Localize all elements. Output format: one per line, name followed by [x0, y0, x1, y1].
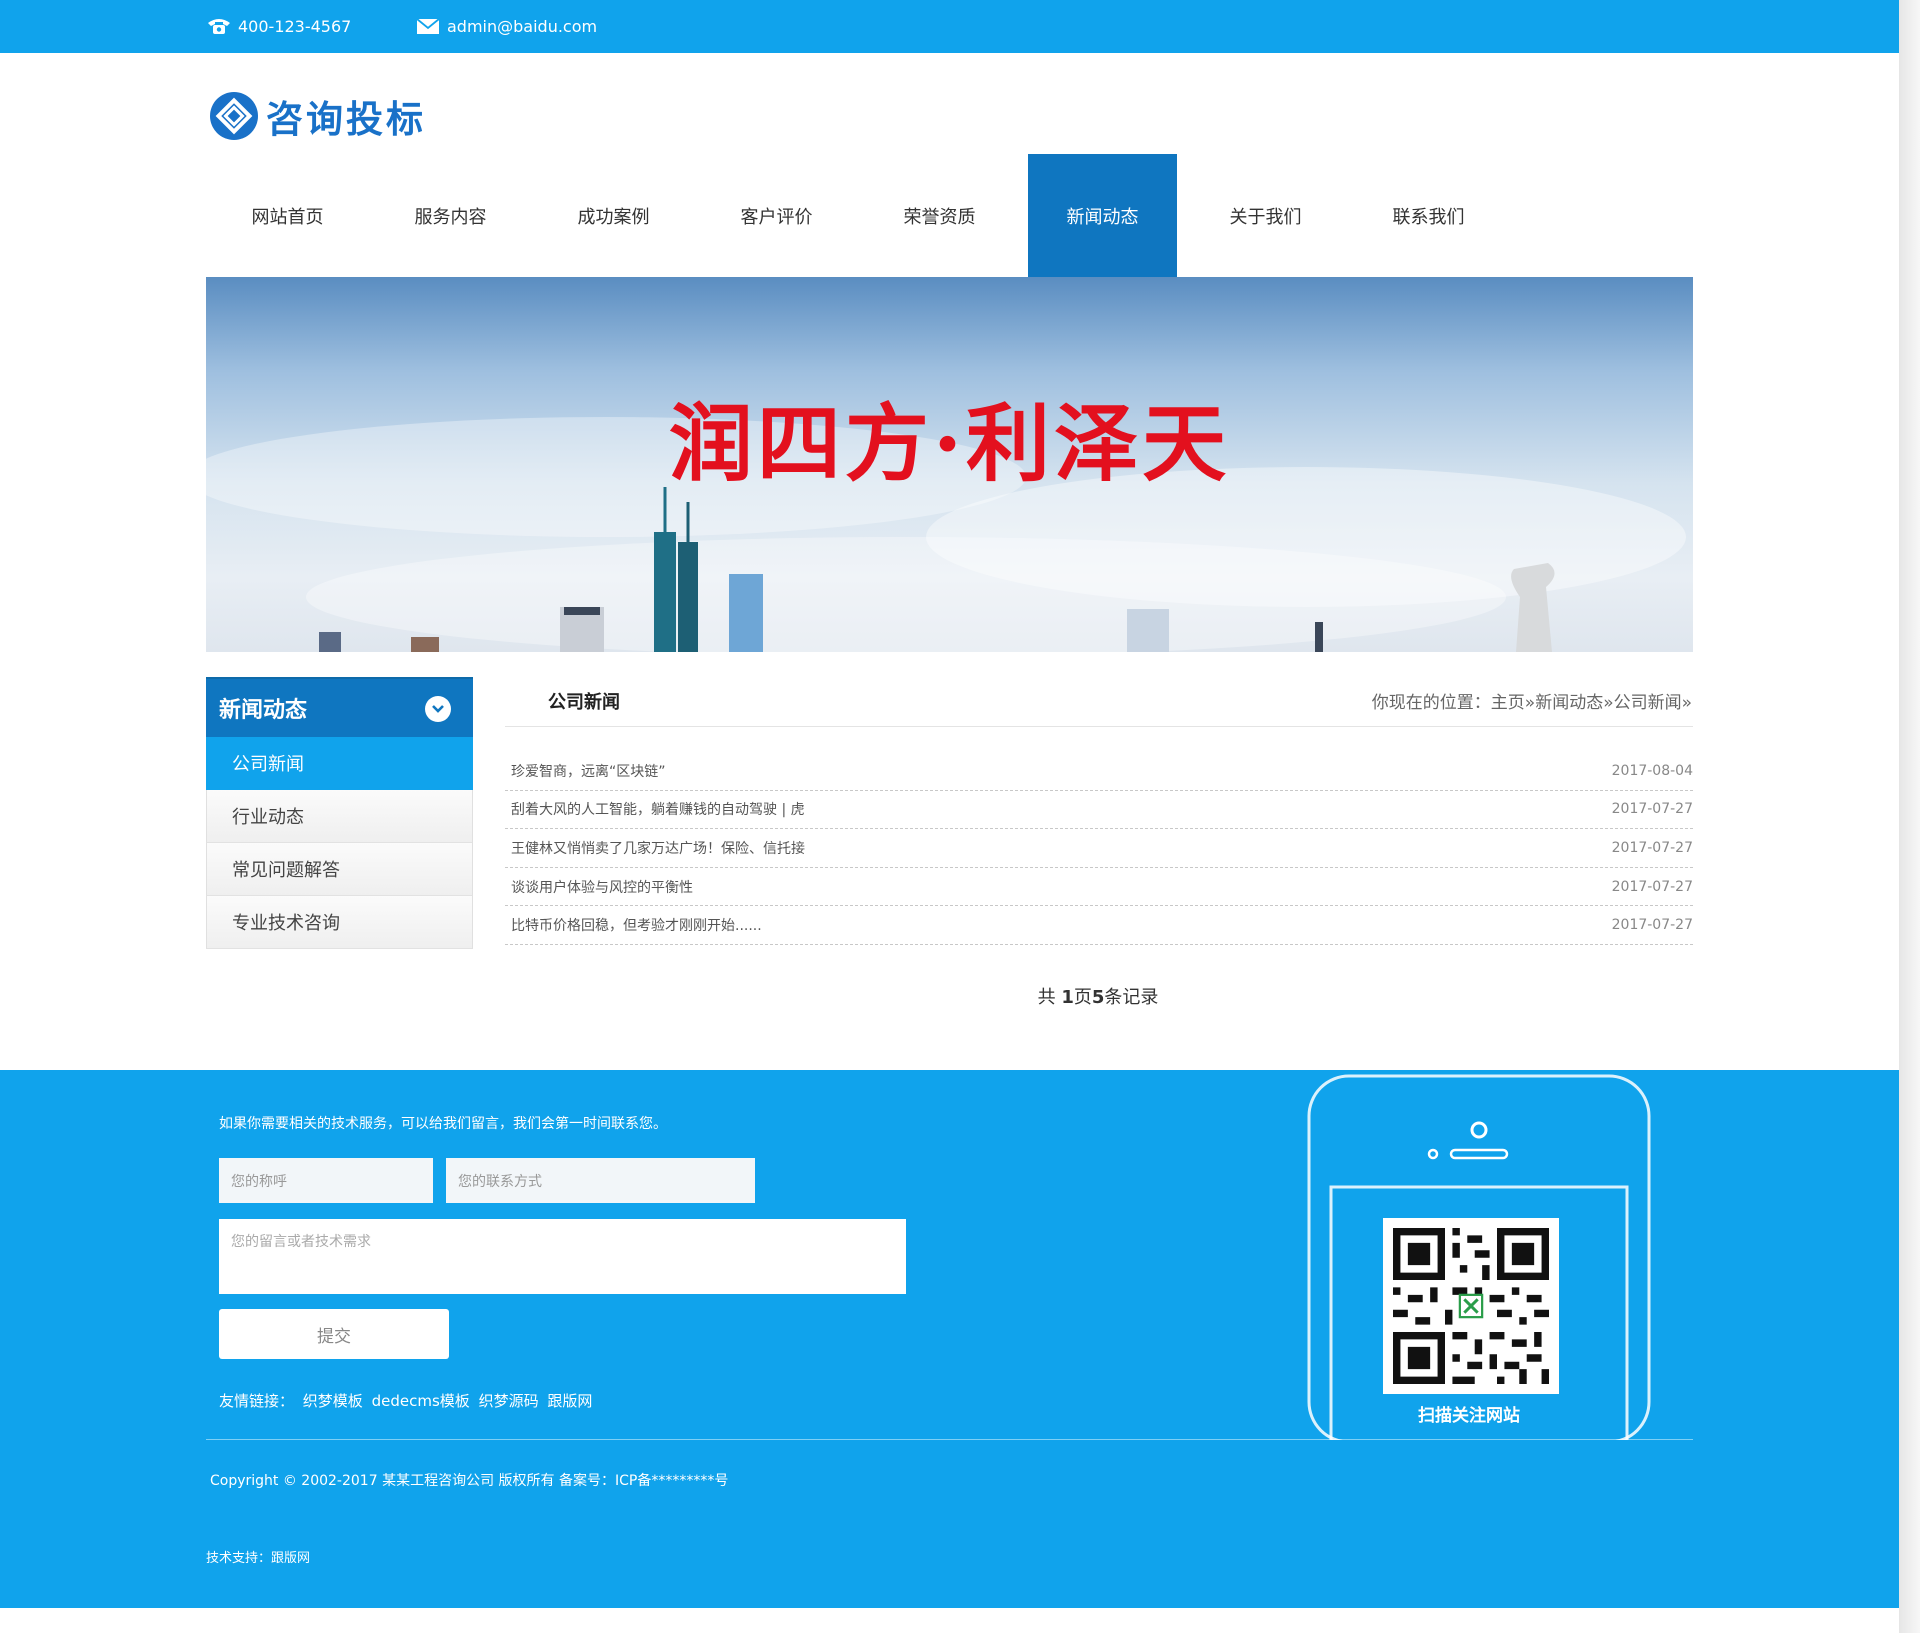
sidebar-title-text: 新闻动态	[219, 698, 308, 723]
pager-mid: 页	[1073, 987, 1092, 1008]
friend-links: 友情链接： 织梦模板 dedecms模板 织梦源码 跟版网	[219, 1390, 596, 1411]
friend-link[interactable]: dedecms模板	[372, 1392, 470, 1410]
sidebar-title: 新闻动态	[206, 677, 473, 737]
list-item[interactable]: 比特币价格回稳，但考验才刚刚开始...... 2017-07-27	[505, 906, 1693, 945]
qr-code	[1383, 1218, 1559, 1394]
pager-suffix: 条记录	[1104, 987, 1159, 1008]
sidebar-item-company-news[interactable]: 公司新闻	[206, 737, 473, 790]
chevron-down-icon[interactable]	[425, 696, 451, 722]
nav-item-contact[interactable]: 联系我们	[1347, 154, 1510, 277]
phone-number: 400-123-4567	[238, 16, 352, 36]
message-textarea[interactable]: 您的留言或者技术需求	[219, 1219, 906, 1294]
news-title[interactable]: 谈谈用户体验与风控的平衡性	[511, 877, 693, 897]
phone-icon	[206, 16, 232, 36]
friend-links-label: 友情链接：	[219, 1392, 295, 1410]
news-list: 珍爱智商，远离“区块链” 2017-08-04 刮着大风的人工智能，躺着赚钱的自…	[505, 752, 1693, 945]
pagination-summary: 共 1页5条记录	[0, 983, 1920, 1009]
email-contact: admin@baidu.com	[415, 13, 597, 39]
news-title[interactable]: 比特币价格回稳，但考验才刚刚开始......	[511, 915, 762, 935]
news-date: 2017-08-04	[1611, 762, 1693, 779]
tech-support[interactable]: 技术支持：跟版网	[206, 1547, 310, 1566]
contact-tip: 如果你需要相关的技术服务，可以给我们留言，我们会第一时间联系您。	[219, 1116, 667, 1132]
news-date: 2017-07-27	[1611, 801, 1693, 818]
nav-item-cases[interactable]: 成功案例	[532, 154, 695, 277]
nav-item-home[interactable]: 网站首页	[206, 154, 369, 277]
list-item[interactable]: 珍爱智商，远离“区块链” 2017-08-04	[505, 752, 1693, 791]
qr-caption: 扫描关注网站	[1418, 1406, 1520, 1426]
news-date: 2017-07-27	[1611, 917, 1693, 934]
news-date: 2017-07-27	[1611, 839, 1693, 856]
hero-banner: 润四方·利泽天	[206, 277, 1693, 652]
top-bar: 400-123-4567 admin@baidu.com	[0, 0, 1899, 53]
news-title[interactable]: 刮着大风的人工智能，躺着赚钱的自动驾驶 | 虎	[511, 799, 805, 819]
qr-code-icon	[1393, 1228, 1549, 1384]
friend-link[interactable]: 跟版网	[547, 1392, 592, 1410]
banner-slogan: 润四方·利泽天	[668, 394, 1231, 493]
pager-pages: 1	[1061, 987, 1074, 1008]
envelope-icon	[415, 16, 441, 36]
contact-field[interactable]: 您的联系方式	[446, 1158, 755, 1203]
page-bottom	[0, 1608, 1735, 1633]
sidebar-item-consulting[interactable]: 专业技术咨询	[206, 896, 473, 949]
nav-item-services[interactable]: 服务内容	[369, 154, 532, 277]
site-logo[interactable]: 咨询投标	[208, 87, 426, 145]
sidebar-item-faq[interactable]: 常见问题解答	[206, 843, 473, 896]
nav-item-honors[interactable]: 荣誉资质	[858, 154, 1021, 277]
logo-mark-icon	[210, 92, 258, 140]
window-edge	[1899, 0, 1920, 1633]
breadcrumb[interactable]: 你现在的位置：主页»新闻动态»公司新闻»	[1372, 688, 1692, 713]
friend-link[interactable]: 织梦源码	[479, 1392, 539, 1410]
news-title[interactable]: 王健林又悄悄卖了几家万达广场！保险、信托接	[511, 838, 805, 858]
list-item[interactable]: 王健林又悄悄卖了几家万达广场！保险、信托接 2017-07-27	[505, 829, 1693, 868]
list-item[interactable]: 谈谈用户体验与风控的平衡性 2017-07-27	[505, 868, 1693, 907]
main-nav: 网站首页 服务内容 成功案例 客户评价 荣誉资质 新闻动态 关于我们 联系我们	[206, 154, 1510, 277]
submit-button[interactable]: 提交	[219, 1309, 449, 1359]
divider	[505, 726, 1693, 727]
logo-text: 咨询投标	[266, 98, 426, 141]
news-title[interactable]: 珍爱智商，远离“区块链”	[511, 761, 666, 781]
email-link[interactable]: admin@baidu.com	[447, 17, 597, 36]
phone-contact: 400-123-4567	[206, 13, 351, 39]
list-item[interactable]: 刮着大风的人工智能，躺着赚钱的自动驾驶 | 虎 2017-07-27	[505, 791, 1693, 830]
news-date: 2017-07-27	[1611, 878, 1693, 895]
sidebar-item-industry[interactable]: 行业动态	[206, 790, 473, 843]
nav-item-news[interactable]: 新闻动态	[1028, 154, 1177, 277]
copyright: Copyright © 2002-2017 某某工程咨询公司 版权所有 备案号：…	[210, 1473, 729, 1489]
name-field[interactable]: 您的称呼	[219, 1158, 433, 1203]
friend-link[interactable]: 织梦模板	[303, 1392, 363, 1410]
pager-prefix: 共	[1037, 987, 1062, 1008]
page-title: 公司新闻	[548, 692, 620, 713]
nav-item-about[interactable]: 关于我们	[1184, 154, 1347, 277]
sidebar: 新闻动态 公司新闻 行业动态 常见问题解答 专业技术咨询	[206, 677, 473, 949]
nav-item-reviews[interactable]: 客户评价	[695, 154, 858, 277]
pager-records: 5	[1091, 987, 1105, 1008]
